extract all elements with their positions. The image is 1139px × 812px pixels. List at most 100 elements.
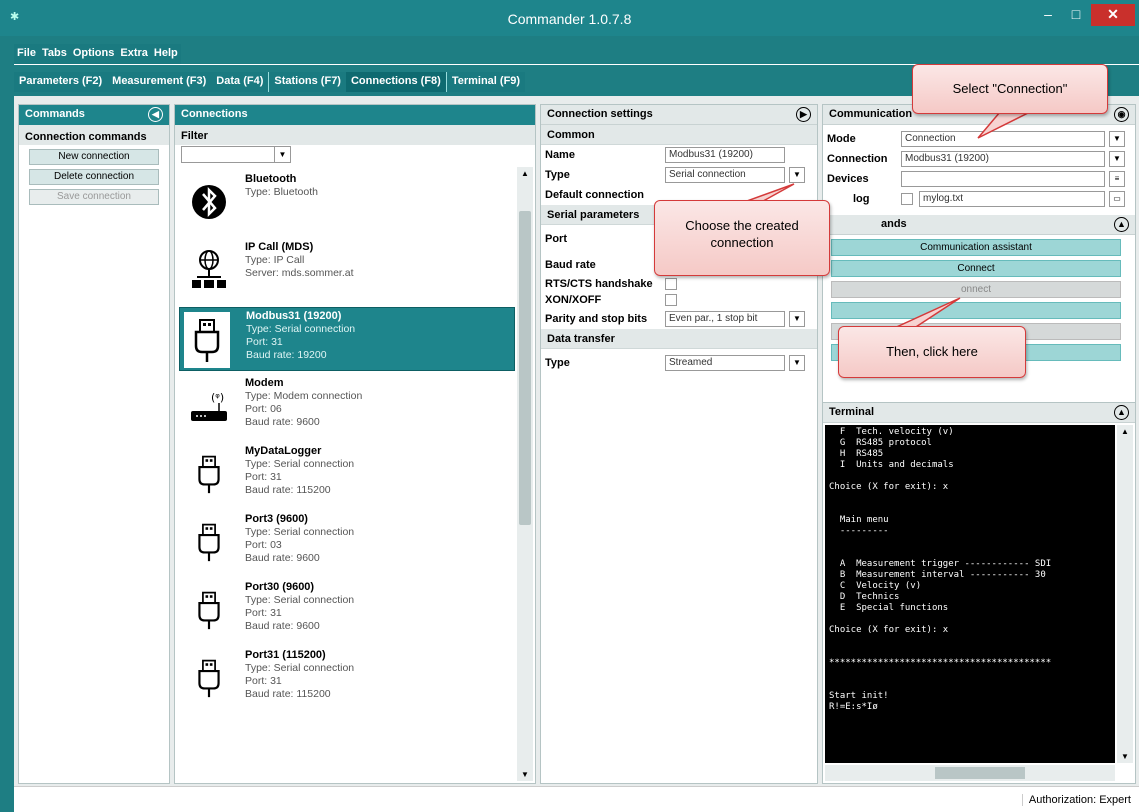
connection-select[interactable]: Modbus31 (19200) xyxy=(901,151,1105,167)
log-file-field[interactable]: mylog.txt xyxy=(919,191,1105,207)
parity-select[interactable]: Even par., 1 stop bit xyxy=(665,311,785,327)
save-connection-button[interactable]: Save connection xyxy=(29,189,159,205)
terminal-hscrollbar[interactable] xyxy=(825,765,1115,781)
chevron-down-icon[interactable]: ▼ xyxy=(789,311,805,327)
new-connection-button[interactable]: New connection xyxy=(29,149,159,165)
xon-row: XON/XOFF xyxy=(541,293,817,309)
menu-options[interactable]: Options xyxy=(70,44,118,64)
status-bar: Authorization: Expert xyxy=(14,786,1139,812)
xon-label: XON/XOFF xyxy=(545,294,602,306)
connection-baud: Baud rate: 9600 xyxy=(245,552,320,564)
name-field[interactable]: Modbus31 (19200) xyxy=(665,147,785,163)
connection-baud: Baud rate: 19200 xyxy=(246,349,327,361)
list-item-port3[interactable]: Port3 (9600) Type: Serial connection Por… xyxy=(179,511,515,575)
maximize-button[interactable]: □ xyxy=(1063,4,1089,26)
menu-help[interactable]: Help xyxy=(151,44,181,64)
commands-panel: Commands ◀ Connection commands New conne… xyxy=(18,104,170,784)
connection-port: Port: 31 xyxy=(245,471,282,483)
delete-connection-button[interactable]: Delete connection xyxy=(29,169,159,185)
close-button[interactable]: ✕ xyxy=(1091,4,1135,26)
tab-measurement[interactable]: Measurement (F3) xyxy=(107,72,212,92)
chevron-down-icon[interactable]: ▼ xyxy=(789,167,805,183)
rts-row: RTS/CTS handshake xyxy=(541,277,817,293)
terminal-header: Terminal ▲ xyxy=(823,403,1135,423)
menu-extra[interactable]: Extra xyxy=(117,44,151,64)
usb-icon xyxy=(184,312,230,368)
connection-port: Port: 03 xyxy=(245,539,282,551)
mode-row: Mode Connection ▼ xyxy=(823,129,1135,149)
connection-row: Connection Modbus31 (19200) ▼ xyxy=(823,149,1135,169)
devices-row: Devices ≡ xyxy=(823,169,1135,189)
settings-header: Connection settings ▶ xyxy=(541,105,817,125)
scroll-up-icon[interactable]: ▲ xyxy=(1117,427,1133,436)
list-item-mydatalogger[interactable]: MyDataLogger Type: Serial connection Por… xyxy=(179,443,515,507)
rts-checkbox[interactable] xyxy=(665,278,677,290)
callout-click-here: Then, click here xyxy=(838,326,1026,378)
tab-bar: Parameters (F2) Measurement (F3) Data (F… xyxy=(14,72,526,92)
collapse-icon[interactable]: ▲ xyxy=(1114,405,1129,420)
connection-label: Connection xyxy=(827,153,888,165)
terminal-panel: Terminal ▲ F Tech. velocity (v) G RS485 … xyxy=(822,402,1136,784)
collapse-right-icon[interactable]: ▶ xyxy=(796,107,811,122)
transfer-type-select[interactable]: Streamed xyxy=(665,355,785,371)
connection-type: Type: Serial connection xyxy=(246,323,356,335)
list-item-port30[interactable]: Port30 (9600) Type: Serial connection Po… xyxy=(179,579,515,643)
connection-baud: Baud rate: 9600 xyxy=(245,416,320,428)
connection-type: Type: Bluetooth xyxy=(245,186,318,198)
list-icon[interactable]: ≡ xyxy=(1109,171,1125,187)
usb-icon xyxy=(189,517,229,567)
list-item-ip-call[interactable]: IP Call (MDS) Type: IP Call Server: mds.… xyxy=(179,239,515,303)
chevron-down-icon[interactable]: ▼ xyxy=(789,355,805,371)
scroll-up-icon[interactable]: ▲ xyxy=(517,169,533,178)
svg-text:(ᵠ): (ᵠ) xyxy=(211,391,224,404)
scroll-down-icon[interactable]: ▼ xyxy=(1117,752,1133,761)
log-checkbox[interactable] xyxy=(901,193,913,205)
collapse-left-icon[interactable]: ◀ xyxy=(148,107,163,122)
collapse-icon[interactable]: ▲ xyxy=(1114,217,1129,232)
tab-parameters[interactable]: Parameters (F2) xyxy=(14,72,108,92)
disconnect-button[interactable]: onnect xyxy=(831,281,1121,298)
scroll-thumb[interactable] xyxy=(519,211,531,525)
common-section-title: Common xyxy=(541,125,817,145)
type-select[interactable]: Serial connection xyxy=(665,167,785,183)
chevron-down-icon[interactable]: ▼ xyxy=(1109,151,1125,167)
xon-checkbox[interactable] xyxy=(665,294,677,306)
connection-name: Modbus31 (19200) xyxy=(246,310,342,322)
modem-icon: (ᵠ) xyxy=(189,381,229,431)
connection-name: Port31 (115200) xyxy=(245,649,326,661)
baud-label: Baud rate xyxy=(545,259,596,271)
communication-assistant-button[interactable]: Communication assistant xyxy=(831,239,1121,256)
tab-stations[interactable]: Stations (F7) xyxy=(268,72,346,92)
filter-dropdown[interactable]: ▼ xyxy=(181,146,291,163)
tab-connections[interactable]: Connections (F8) xyxy=(345,72,446,92)
collapse-icon[interactable]: ◉ xyxy=(1114,107,1129,122)
transfer-type-row: Type Streamed ▼ xyxy=(541,353,817,373)
menu-tabs[interactable]: Tabs xyxy=(39,44,70,64)
connections-scrollbar[interactable]: ▲ ▼ xyxy=(517,167,533,781)
minimize-button[interactable]: – xyxy=(1035,4,1061,26)
list-item-modem[interactable]: (ᵠ) Modem Type: Modem connection Port: 0… xyxy=(179,375,515,439)
list-item-bluetooth[interactable]: Bluetooth Type: Bluetooth xyxy=(179,171,515,235)
connection-type: Type: Serial connection xyxy=(245,662,355,674)
rts-label: RTS/CTS handshake xyxy=(545,278,653,290)
commands-subheader: ands ▲ xyxy=(823,215,1135,235)
port-label: Port xyxy=(545,233,567,245)
connect-button[interactable]: Connect xyxy=(831,260,1121,277)
command-button[interactable] xyxy=(831,302,1121,319)
mode-label: Mode xyxy=(827,133,856,145)
menu-file[interactable]: File xyxy=(14,44,39,64)
chevron-down-icon[interactable]: ▼ xyxy=(1109,131,1125,147)
mode-select[interactable]: Connection xyxy=(901,131,1105,147)
tab-terminal[interactable]: Terminal (F9) xyxy=(445,72,526,92)
window-title: Commander 1.0.7.8 xyxy=(507,11,632,27)
tab-data[interactable]: Data (F4) xyxy=(211,72,269,92)
list-item-modbus31[interactable]: Modbus31 (19200) Type: Serial connection… xyxy=(179,307,515,371)
terminal-vscrollbar[interactable]: ▲ ▼ xyxy=(1117,425,1133,763)
devices-label: Devices xyxy=(827,173,869,185)
devices-field[interactable] xyxy=(901,171,1105,187)
terminal-output[interactable]: F Tech. velocity (v) G RS485 protocol H … xyxy=(825,425,1115,763)
scroll-down-icon[interactable]: ▼ xyxy=(517,770,533,779)
folder-icon[interactable]: ▭ xyxy=(1109,191,1125,207)
list-item-port31[interactable]: Port31 (115200) Type: Serial connection … xyxy=(179,647,515,711)
scroll-thumb[interactable] xyxy=(935,767,1025,779)
